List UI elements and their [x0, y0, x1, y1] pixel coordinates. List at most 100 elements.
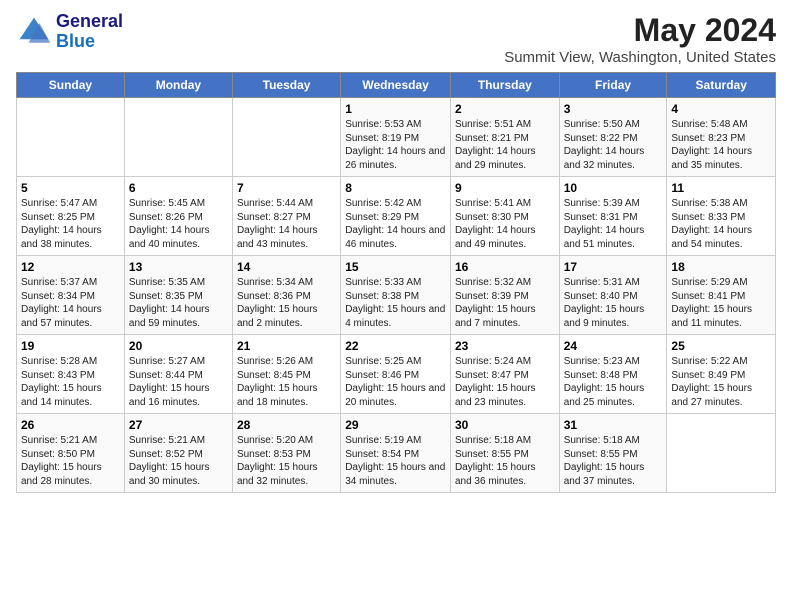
day-number: 14: [237, 260, 336, 274]
calendar-cell: [17, 98, 125, 177]
calendar-cell: 3 Sunrise: 5:50 AM Sunset: 8:22 PM Daylig…: [559, 98, 667, 177]
day-number: 31: [564, 418, 663, 432]
day-info: Sunrise: 5:18 AM Sunset: 8:55 PM Dayligh…: [564, 434, 663, 488]
calendar-cell: 29Sunrise: 5:19 AM Sunset: 8:54 PM Dayli…: [341, 414, 451, 493]
day-info: Sunrise: 5:25 AM Sunset: 8:46 PM Dayligh…: [345, 355, 446, 409]
day-number: 6: [129, 181, 228, 195]
logo-icon: [16, 14, 52, 50]
calendar-cell: 27 Sunrise: 5:21 AM Sunset: 8:52 PM Dayli…: [124, 414, 232, 493]
header-day-tuesday: Tuesday: [232, 73, 340, 98]
day-number: 24: [564, 339, 663, 353]
header-day-thursday: Thursday: [450, 73, 559, 98]
day-info: Sunrise: 5:22 AM Sunset: 8:49 PM Dayligh…: [671, 355, 771, 409]
calendar-cell: 13 Sunrise: 5:35 AM Sunset: 8:35 PM Dayli…: [124, 256, 232, 335]
calendar-cell: 9 Sunrise: 5:41 AM Sunset: 8:30 PM Daylig…: [450, 177, 559, 256]
day-number: 29: [345, 418, 446, 432]
subtitle: Summit View, Washington, United States: [504, 49, 776, 66]
day-number: 23: [455, 339, 555, 353]
calendar-cell: 15 Sunrise: 5:33 AM Sunset: 8:38 PM Dayli…: [341, 256, 451, 335]
header-row: SundayMondayTuesdayWednesdayThursdayFrid…: [17, 73, 776, 98]
calendar-cell: 1 Sunrise: 5:53 AM Sunset: 8:19 PM Daylig…: [341, 98, 451, 177]
calendar-cell: 16Sunrise: 5:32 AM Sunset: 8:39 PM Dayli…: [450, 256, 559, 335]
day-number: 28: [237, 418, 336, 432]
calendar-cell: 24 Sunrise: 5:23 AM Sunset: 8:48 PM Dayli…: [559, 335, 667, 414]
calendar-cell: 10Sunrise: 5:39 AM Sunset: 8:31 PM Dayli…: [559, 177, 667, 256]
day-number: 7: [237, 181, 336, 195]
calendar-cell: 25 Sunrise: 5:22 AM Sunset: 8:49 PM Dayli…: [667, 335, 776, 414]
calendar-cell: 21Sunrise: 5:26 AM Sunset: 8:45 PM Dayli…: [232, 335, 340, 414]
day-info: Sunrise: 5:53 AM Sunset: 8:19 PM Dayligh…: [345, 118, 446, 172]
calendar-cell: 7 Sunrise: 5:44 AM Sunset: 8:27 PM Daylig…: [232, 177, 340, 256]
main-title: May 2024: [504, 12, 776, 49]
header-day-wednesday: Wednesday: [341, 73, 451, 98]
day-info: Sunrise: 5:18 AM Sunset: 8:55 PM Dayligh…: [455, 434, 555, 488]
week-row-2: 12Sunrise: 5:37 AM Sunset: 8:34 PM Dayli…: [17, 256, 776, 335]
day-number: 13: [129, 260, 228, 274]
calendar-cell: [232, 98, 340, 177]
day-info: Sunrise: 5:31 AM Sunset: 8:40 PM Dayligh…: [564, 276, 663, 330]
day-info: Sunrise: 5:50 AM Sunset: 8:22 PM Dayligh…: [564, 118, 663, 172]
day-info: Sunrise: 5:33 AM Sunset: 8:38 PM Dayligh…: [345, 276, 446, 330]
day-info: Sunrise: 5:45 AM Sunset: 8:26 PM Dayligh…: [129, 197, 228, 251]
day-info: Sunrise: 5:44 AM Sunset: 8:27 PM Dayligh…: [237, 197, 336, 251]
calendar-cell: 28 Sunrise: 5:20 AM Sunset: 8:53 PM Dayli…: [232, 414, 340, 493]
calendar-cell: 18 Sunrise: 5:29 AM Sunset: 8:41 PM Dayli…: [667, 256, 776, 335]
day-number: 25: [671, 339, 771, 353]
day-number: 18: [671, 260, 771, 274]
calendar-cell: 2Sunrise: 5:51 AM Sunset: 8:21 PM Daylig…: [450, 98, 559, 177]
day-number: 9: [455, 181, 555, 195]
week-row-0: 1 Sunrise: 5:53 AM Sunset: 8:19 PM Daylig…: [17, 98, 776, 177]
logo-text: General Blue: [56, 12, 123, 52]
calendar-cell: 14 Sunrise: 5:34 AM Sunset: 8:36 PM Dayli…: [232, 256, 340, 335]
day-number: 8: [345, 181, 446, 195]
day-info: Sunrise: 5:32 AM Sunset: 8:39 PM Dayligh…: [455, 276, 555, 330]
header: General Blue May 2024 Summit View, Washi…: [16, 12, 776, 66]
page: General Blue May 2024 Summit View, Washi…: [0, 0, 792, 501]
calendar-cell: 22Sunrise: 5:25 AM Sunset: 8:46 PM Dayli…: [341, 335, 451, 414]
calendar-cell: 12Sunrise: 5:37 AM Sunset: 8:34 PM Dayli…: [17, 256, 125, 335]
day-number: 17: [564, 260, 663, 274]
day-info: Sunrise: 5:47 AM Sunset: 8:25 PM Dayligh…: [21, 197, 120, 251]
week-row-1: 5Sunrise: 5:47 AM Sunset: 8:25 PM Daylig…: [17, 177, 776, 256]
day-info: Sunrise: 5:48 AM Sunset: 8:23 PM Dayligh…: [671, 118, 771, 172]
day-info: Sunrise: 5:34 AM Sunset: 8:36 PM Dayligh…: [237, 276, 336, 330]
day-info: Sunrise: 5:41 AM Sunset: 8:30 PM Dayligh…: [455, 197, 555, 251]
calendar-cell: 5Sunrise: 5:47 AM Sunset: 8:25 PM Daylig…: [17, 177, 125, 256]
day-number: 3: [564, 102, 663, 116]
header-day-monday: Monday: [124, 73, 232, 98]
day-number: 10: [564, 181, 663, 195]
calendar-cell: 17 Sunrise: 5:31 AM Sunset: 8:40 PM Dayli…: [559, 256, 667, 335]
day-info: Sunrise: 5:21 AM Sunset: 8:50 PM Dayligh…: [21, 434, 120, 488]
day-info: Sunrise: 5:24 AM Sunset: 8:47 PM Dayligh…: [455, 355, 555, 409]
day-info: Sunrise: 5:29 AM Sunset: 8:41 PM Dayligh…: [671, 276, 771, 330]
day-info: Sunrise: 5:21 AM Sunset: 8:52 PM Dayligh…: [129, 434, 228, 488]
calendar-cell: 23 Sunrise: 5:24 AM Sunset: 8:47 PM Dayli…: [450, 335, 559, 414]
day-info: Sunrise: 5:42 AM Sunset: 8:29 PM Dayligh…: [345, 197, 446, 251]
calendar-cell: 26Sunrise: 5:21 AM Sunset: 8:50 PM Dayli…: [17, 414, 125, 493]
day-number: 27: [129, 418, 228, 432]
day-info: Sunrise: 5:35 AM Sunset: 8:35 PM Dayligh…: [129, 276, 228, 330]
title-section: May 2024 Summit View, Washington, United…: [504, 12, 776, 66]
day-info: Sunrise: 5:27 AM Sunset: 8:44 PM Dayligh…: [129, 355, 228, 409]
week-row-3: 19Sunrise: 5:28 AM Sunset: 8:43 PM Dayli…: [17, 335, 776, 414]
day-number: 15: [345, 260, 446, 274]
calendar-cell: 4Sunrise: 5:48 AM Sunset: 8:23 PM Daylig…: [667, 98, 776, 177]
header-day-saturday: Saturday: [667, 73, 776, 98]
day-info: Sunrise: 5:28 AM Sunset: 8:43 PM Dayligh…: [21, 355, 120, 409]
calendar-cell: 31 Sunrise: 5:18 AM Sunset: 8:55 PM Dayli…: [559, 414, 667, 493]
header-day-friday: Friday: [559, 73, 667, 98]
day-number: 30: [455, 418, 555, 432]
calendar-cell: 20Sunrise: 5:27 AM Sunset: 8:44 PM Dayli…: [124, 335, 232, 414]
day-info: Sunrise: 5:26 AM Sunset: 8:45 PM Dayligh…: [237, 355, 336, 409]
day-number: 12: [21, 260, 120, 274]
calendar-table: SundayMondayTuesdayWednesdayThursdayFrid…: [16, 72, 776, 493]
logo: General Blue: [16, 12, 123, 52]
day-info: Sunrise: 5:38 AM Sunset: 8:33 PM Dayligh…: [671, 197, 771, 251]
day-info: Sunrise: 5:20 AM Sunset: 8:53 PM Dayligh…: [237, 434, 336, 488]
day-number: 11: [671, 181, 771, 195]
header-day-sunday: Sunday: [17, 73, 125, 98]
calendar-cell: 19Sunrise: 5:28 AM Sunset: 8:43 PM Dayli…: [17, 335, 125, 414]
calendar-cell: 8 Sunrise: 5:42 AM Sunset: 8:29 PM Daylig…: [341, 177, 451, 256]
day-info: Sunrise: 5:23 AM Sunset: 8:48 PM Dayligh…: [564, 355, 663, 409]
day-number: 1: [345, 102, 446, 116]
